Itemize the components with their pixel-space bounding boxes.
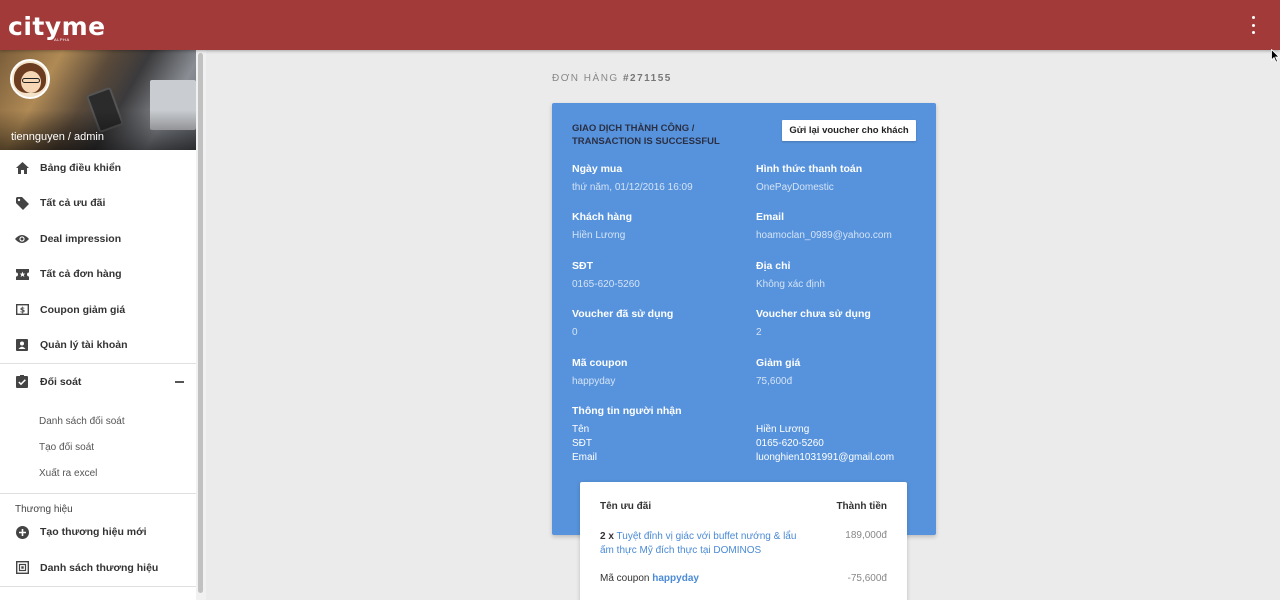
order-number: #271155 [622,73,672,84]
kebab-vertical-icon[interactable] [1246,16,1260,34]
sidebar-item-brand-list[interactable]: Danh sách thương hiệu [0,550,196,586]
column-header-deal-name: Tên ưu đãi [600,501,652,512]
recipient-phone-value: 0165-620-5260 [756,438,824,449]
profile-username[interactable]: tiennguyen / admin [11,131,104,143]
coupon-icon: $ [15,303,29,317]
recipient-info-title: Thông tin người nhận [572,405,682,417]
app-logo-subtitle: ALPHA [54,37,70,42]
sidebar-item-label: Tạo thương hiệu mới [40,526,147,539]
order-items-card: Tên ưu đãi Thành tiền 2 x Tuyệt đỉnh vị … [580,482,907,600]
coupon-discount-price: -75,600đ [847,573,887,584]
page-title: ĐƠN HÀNG #271155 [552,73,672,84]
sidebar-item-account-management[interactable]: Quản lý tài khoản [0,328,196,364]
sidebar-item-coupons[interactable]: $ Coupon giảm giá [0,292,196,328]
address-label: Địa chỉ [756,260,791,272]
sidebar-item-label: Deal impression [40,232,122,245]
sidebar-item-label: Bảng điều khiển [40,161,122,174]
purchase-date-value: thứ năm, 01/12/2016 16:09 [572,182,693,193]
list-icon [15,561,29,575]
coupon-code-label: Mã coupon [572,357,628,369]
recipient-email-label: Email [572,452,598,463]
discount-label: Giảm giá [756,357,801,369]
customer-value: Hiền Lương [572,230,626,241]
sidebar-section-brands: Thương hiệu [15,503,73,515]
collapse-icon[interactable] [175,381,184,383]
coupon-code-value: happyday [572,376,616,387]
deal-link[interactable]: Tuyệt đỉnh vị giác với buffet nướng & lẩ… [600,531,796,556]
sidebar-item-label: Tất cả đơn hàng [40,268,122,281]
recipient-phone-label: SĐT [572,438,592,449]
sidebar-subitem-create-reconcile[interactable]: Tạo đối soát [0,435,196,461]
line-quantity: 2 x [600,531,614,542]
voucher-unused-value: 2 [756,327,762,338]
sidebar-subitem-export-excel[interactable]: Xuất ra excel [0,461,196,487]
discount-value: 75,600đ [756,376,793,387]
column-header-total: Thành tiền [836,501,887,512]
email-label: Email [756,211,785,223]
add-circle-icon [15,525,29,539]
sidebar: tiennguyen / admin Bảng điều khiển Tất c… [0,50,196,600]
voucher-used-value: 0 [572,327,578,338]
eye-icon [15,232,29,246]
profile-header: tiennguyen / admin [0,50,196,150]
phone-label: SĐT [572,260,593,272]
home-icon [15,161,29,175]
resend-voucher-button[interactable]: Gửi lại voucher cho khách [782,120,916,141]
sidebar-item-label: Quản lý tài khoản [40,339,128,352]
avatar[interactable] [10,59,50,99]
email-value: hoamoclan_0989@yahoo.com [756,230,892,241]
coupon-link[interactable]: happyday [652,573,699,584]
recipient-name-value: Hiền Lương [756,424,810,435]
mouse-cursor-icon [1271,49,1280,63]
top-app-bar: cityme ALPHA [0,0,1280,50]
ticket-icon [15,267,29,281]
sidebar-scrollbar[interactable] [196,50,206,600]
sidebar-item-label: Danh sách thương hiệu [40,561,159,574]
svg-text:$: $ [19,306,24,315]
phone-value: 0165-620-5260 [572,279,640,290]
address-value: Không xác định [756,279,825,290]
sidebar-item-reconciliation[interactable]: Đối soát [0,364,196,400]
sidebar-item-create-brand[interactable]: Tạo thương hiệu mới [0,515,196,551]
purchase-date-label: Ngày mua [572,163,623,175]
order-summary-card: GIAO DỊCH THÀNH CÔNG / TRANSACTION IS SU… [552,103,936,535]
account-box-icon [15,338,29,352]
transaction-status: GIAO DỊCH THÀNH CÔNG / TRANSACTION IS SU… [572,123,720,147]
sidebar-subitem-reconcile-list[interactable]: Danh sách đối soát [0,409,196,435]
sidebar-item-deal-impression[interactable]: Deal impression [0,221,196,257]
tag-icon [15,196,29,210]
voucher-used-label: Voucher đã sử dụng [572,308,674,320]
coupon-line: Mã coupon happyday [600,573,699,584]
recipient-name-label: Tên [572,424,590,435]
order-line-item: 2 x Tuyệt đỉnh vị giác với buffet nướng … [600,530,800,558]
sidebar-item-label: Tất cả ưu đãi [40,197,106,210]
customer-label: Khách hàng [572,211,633,223]
checklist-icon [15,375,29,389]
payment-method-label: Hình thức thanh toán [756,163,863,175]
payment-method-value: OnePayDomestic [756,182,834,193]
voucher-unused-label: Voucher chưa sử dụng [756,308,871,320]
sidebar-item-dashboard[interactable]: Bảng điều khiển [0,150,196,186]
line-price: 189,000đ [845,530,887,541]
recipient-email-value: luonghien1031991@gmail.com [756,452,895,463]
sidebar-item-label: Đối soát [40,375,82,388]
sidebar-item-all-deals[interactable]: Tất cả ưu đãi [0,186,196,222]
sidebar-item-label: Coupon giảm giá [40,303,126,316]
sidebar-item-all-orders[interactable]: Tất cả đơn hàng [0,257,196,293]
